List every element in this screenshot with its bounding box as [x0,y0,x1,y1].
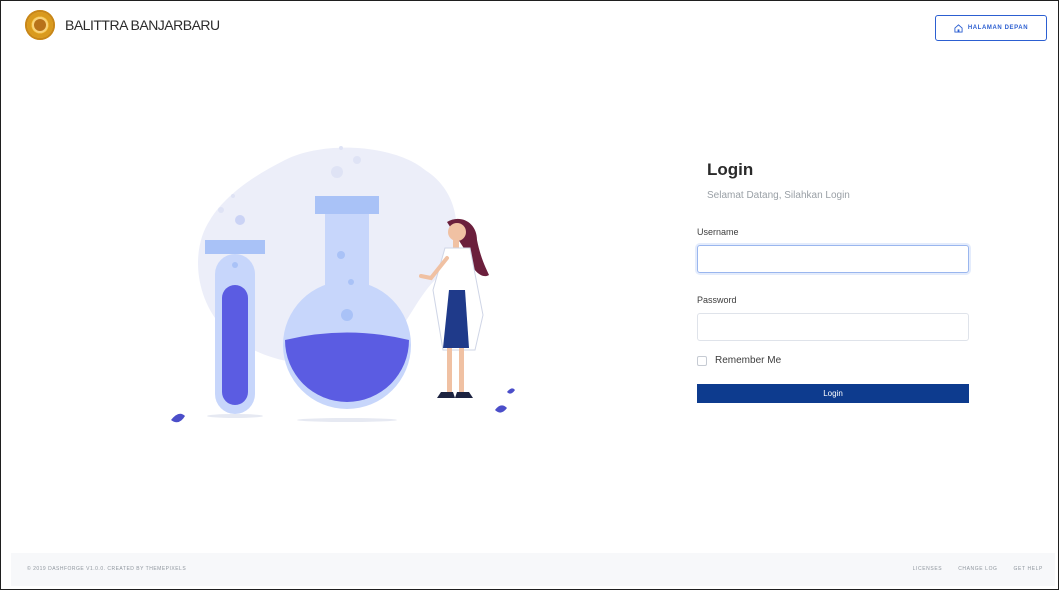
login-button[interactable]: Login [697,384,969,403]
tube-shadow [207,414,263,418]
brand-name: BALITTRA BANJARBARU [65,17,220,33]
brand-logo-icon [25,10,55,40]
remember-me-label: Remember Me [715,355,782,366]
username-label: Username [697,227,739,237]
password-input[interactable] [697,313,969,341]
flask-cap [315,196,379,214]
leaf [507,388,515,394]
bubble [218,207,224,213]
footer-link-get-help[interactable]: GET HELP [1014,566,1043,572]
home-button-label: HALAMAN DEPAN [967,25,1029,31]
copyright-text: © 2019 DASHFORGE V1.0.0. CREATED BY THEM… [27,566,187,572]
bubble [232,262,238,268]
home-page-button[interactable]: HALAMAN DEPAN [935,15,1047,41]
bubble [348,279,354,285]
bubble [341,309,353,321]
bubble [339,146,343,150]
login-panel: Login Selamat Datang, Silahkan Login Use… [697,160,969,403]
login-title: Login [707,160,754,179]
scientist-leg [447,348,452,392]
bubble [353,156,361,164]
leaf [495,405,507,413]
remember-me-checkbox[interactable] [697,355,707,366]
remember-me[interactable]: Remember Me [697,355,969,366]
scientist-leg [459,348,464,392]
password-label: Password [697,295,737,305]
footer-link-licenses[interactable]: LICENSES [913,566,943,572]
flask-shadow [297,418,397,422]
footer-links: LICENSES CHANGE LOG GET HELP [913,566,1043,572]
test-tube-cap [205,240,265,254]
scientist-shoe [455,392,473,398]
username-input[interactable] [697,245,969,273]
login-subtitle: Selamat Datang, Silahkan Login [707,190,850,201]
scientist-neck [453,240,459,248]
footer: © 2019 DASHFORGE V1.0.0. CREATED BY THEM… [11,553,1055,586]
bubble [337,251,345,259]
bubble [231,194,235,198]
lab-illustration [171,146,515,423]
leaf [171,413,185,423]
scientist-shoe [437,392,455,398]
footer-link-change-log[interactable]: CHANGE LOG [958,566,997,572]
brand[interactable]: BALITTRA BANJARBARU [25,10,220,40]
scientist-head [448,223,466,241]
navbar: BALITTRA BANJARBARU HALAMAN DEPAN [11,6,1055,46]
bubble [331,166,343,178]
home-icon [954,23,963,33]
test-tube-liquid [222,285,248,405]
bubble [235,215,245,225]
